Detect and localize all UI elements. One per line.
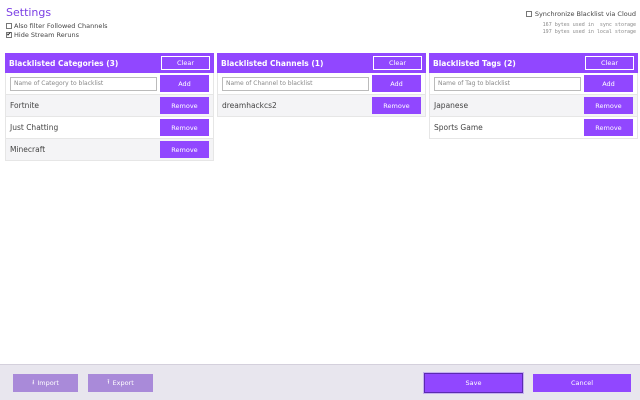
tags-add-button[interactable]: Add bbox=[584, 75, 633, 92]
import-label: Import bbox=[37, 379, 59, 387]
import-arrow-icon: ⭳ bbox=[32, 377, 35, 386]
sync-label: Synchronize Blacklist via Cloud bbox=[534, 10, 636, 18]
tags-input-row: Add bbox=[430, 73, 637, 95]
page-title: Settings bbox=[6, 6, 52, 19]
remove-button[interactable]: Remove bbox=[584, 119, 633, 136]
storage-info: 167 bytes used in sync storage 197 bytes … bbox=[543, 22, 636, 36]
option-filter-followed[interactable]: Also filter Followed Channels bbox=[6, 22, 108, 30]
channel-input[interactable] bbox=[222, 76, 369, 91]
categories-clear-button[interactable]: Clear bbox=[161, 56, 210, 70]
tags-clear-button[interactable]: Clear bbox=[585, 56, 634, 70]
tag-input[interactable] bbox=[434, 76, 581, 91]
item-label: Japanese bbox=[434, 101, 469, 110]
remove-button[interactable]: Remove bbox=[160, 119, 209, 136]
channels-clear-button[interactable]: Clear bbox=[373, 56, 422, 70]
channels-input-row: Add bbox=[218, 73, 425, 95]
followed-label: Also filter Followed Channels bbox=[14, 22, 108, 30]
remove-button[interactable]: Remove bbox=[584, 97, 633, 114]
remove-button[interactable]: Remove bbox=[160, 141, 209, 158]
option-hide-reruns[interactable]: ✔ Hide Stream Reruns bbox=[6, 31, 79, 39]
item-label: dreamhackcs2 bbox=[222, 101, 277, 110]
list-item: Sports Game Remove bbox=[430, 117, 637, 139]
option-sync-cloud[interactable]: Synchronize Blacklist via Cloud bbox=[525, 10, 636, 18]
list-item: dreamhackcs2 Remove bbox=[218, 95, 425, 117]
remove-button[interactable]: Remove bbox=[372, 97, 421, 114]
list-item: Minecraft Remove bbox=[6, 139, 213, 161]
remove-button[interactable]: Remove bbox=[160, 97, 209, 114]
item-label: Just Chatting bbox=[10, 123, 59, 132]
followed-checkbox[interactable] bbox=[6, 23, 12, 29]
import-button[interactable]: ⭳ Import bbox=[13, 374, 78, 392]
categories-title: Blacklisted Categories (3) bbox=[9, 58, 119, 68]
cancel-button[interactable]: Cancel bbox=[533, 374, 631, 392]
reruns-checkbox[interactable]: ✔ bbox=[6, 32, 12, 38]
channels-title: Blacklisted Channels (1) bbox=[221, 58, 324, 68]
categories-add-button[interactable]: Add bbox=[160, 75, 209, 92]
channels-header: Blacklisted Channels (1) Clear bbox=[217, 53, 426, 73]
tags-title: Blacklisted Tags (2) bbox=[433, 58, 516, 68]
storage-local-text: 197 bytes used in local storage bbox=[542, 29, 636, 35]
storage-sync-text: 167 bytes used in sync storage bbox=[542, 22, 636, 28]
item-label: Sports Game bbox=[434, 123, 483, 132]
export-arrow-icon: ⭱ bbox=[107, 377, 110, 386]
reruns-label: Hide Stream Reruns bbox=[14, 31, 79, 39]
categories-input-row: Add bbox=[6, 73, 213, 95]
tags-panel: Blacklisted Tags (2) Clear Add Japanese … bbox=[429, 53, 638, 139]
export-button[interactable]: ⭱ Export bbox=[88, 374, 153, 392]
item-label: Minecraft bbox=[10, 145, 46, 154]
export-label: Export bbox=[112, 379, 134, 387]
category-input[interactable] bbox=[10, 76, 157, 91]
tags-header: Blacklisted Tags (2) Clear bbox=[429, 53, 638, 73]
save-button[interactable]: Save bbox=[425, 374, 522, 392]
sync-checkbox[interactable] bbox=[525, 11, 532, 17]
item-label: Fortnite bbox=[10, 101, 40, 110]
list-item: Fortnite Remove bbox=[6, 95, 213, 117]
footer-bar: ⭳ Import ⭱ Export Save Cancel bbox=[0, 364, 640, 400]
list-item: Just Chatting Remove bbox=[6, 117, 213, 139]
channels-panel: Blacklisted Channels (1) Clear Add dream… bbox=[217, 53, 426, 117]
categories-header: Blacklisted Categories (3) Clear bbox=[5, 53, 214, 73]
channels-add-button[interactable]: Add bbox=[372, 75, 421, 92]
list-item: Japanese Remove bbox=[430, 95, 637, 117]
categories-panel: Blacklisted Categories (3) Clear Add For… bbox=[5, 53, 214, 161]
